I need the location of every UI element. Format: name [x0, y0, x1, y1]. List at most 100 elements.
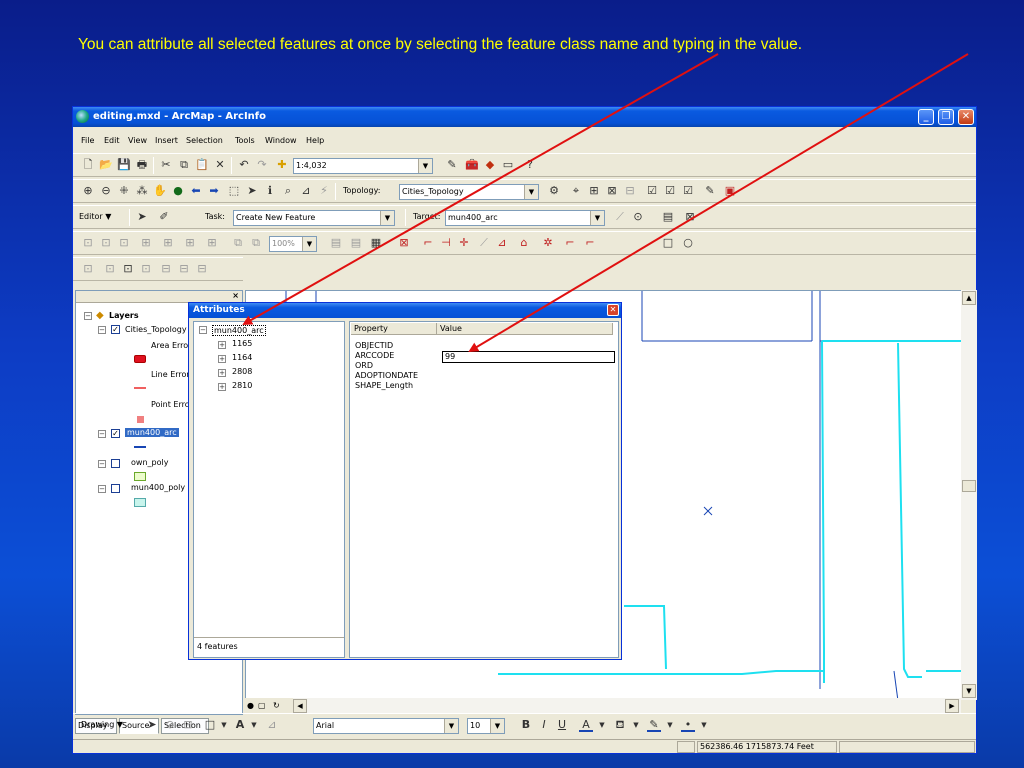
maximize-button[interactable]: ❐ [938, 109, 954, 125]
adjust-icon[interactable]: ⊡ [139, 262, 153, 276]
planarize-icon[interactable]: ⊟ [623, 184, 637, 198]
chevron-down-icon[interactable]: ▼ [302, 237, 316, 251]
map-topology-icon[interactable]: ⚙ [547, 184, 561, 198]
chevron-down-icon[interactable]: ▼ [524, 185, 538, 199]
select-elements-icon[interactable]: ➤ [145, 718, 159, 732]
map-horizontal-scrollbar[interactable]: ◀ ▶ [293, 698, 961, 714]
pan-icon[interactable]: ✋ [153, 184, 167, 198]
copy-features-icon[interactable]: ⊠ [397, 236, 411, 250]
menu-window[interactable]: Window [265, 136, 297, 145]
extend-icon[interactable]: ⊣ [439, 236, 453, 250]
tree-node-feature[interactable]: 1164 [232, 353, 252, 362]
circle-icon[interactable]: ○ [681, 236, 695, 250]
target-combo[interactable]: mun400_arc ▼ [445, 210, 605, 226]
close-icon[interactable]: ✕ [607, 304, 619, 316]
layout-icon[interactable]: ⧉ [249, 236, 263, 250]
chevron-down-icon[interactable]: ▼ [418, 159, 432, 173]
toc-item-mun400-arc[interactable]: mun400_arc [125, 428, 179, 437]
tree-node-feature[interactable]: 1165 [232, 339, 252, 348]
sketch-tool-icon[interactable]: ✐ [157, 210, 171, 224]
font-size-combo[interactable]: 10 ▼ [467, 718, 505, 734]
generalize-icon[interactable]: ⌂ [517, 236, 531, 250]
sketch-properties-icon[interactable]: ⊠ [683, 210, 697, 224]
grid-icon[interactable]: ⊞ [205, 236, 219, 250]
full-extent-icon[interactable]: ● [171, 184, 185, 198]
page-icon[interactable]: ▤ [329, 236, 343, 250]
scroll-down-icon[interactable]: ▼ [962, 684, 976, 698]
expand-icon[interactable]: + [218, 369, 226, 377]
align-icon[interactable]: ⌐ [563, 236, 577, 250]
expand-icon[interactable]: + [218, 355, 226, 363]
layout-view-icon[interactable]: ▢ [258, 701, 266, 710]
chevron-down-icon[interactable]: ▼ [247, 718, 261, 732]
chevron-down-icon[interactable]: ▼ [595, 718, 609, 732]
expand-icon[interactable]: + [218, 341, 226, 349]
explode-icon[interactable]: ⊿ [495, 236, 509, 250]
task-combo[interactable]: Create New Feature ▼ [233, 210, 395, 226]
collapse-icon[interactable]: − [199, 326, 207, 334]
fix-topology-error-icon[interactable]: ✎ [703, 184, 717, 198]
rectangle-icon[interactable]: ⌐ [583, 236, 597, 250]
chevron-down-icon[interactable]: ▼ [217, 718, 231, 732]
new-text-icon[interactable]: A [233, 718, 247, 732]
collapse-icon[interactable]: − [84, 312, 92, 320]
zoom-combo[interactable]: 100% ▼ [269, 236, 317, 252]
refresh-icon[interactable]: ↻ [273, 701, 280, 710]
links-icon[interactable]: ⊟ [159, 262, 173, 276]
scroll-thumb[interactable] [962, 480, 976, 492]
georef-icon[interactable]: ⊡ [99, 236, 113, 250]
font-color-icon[interactable]: A [579, 718, 593, 732]
redo-icon[interactable]: ↷ [255, 158, 269, 172]
grid-icon[interactable]: ⊞ [183, 236, 197, 250]
menu-insert[interactable]: Insert [155, 136, 178, 145]
add-data-icon[interactable]: ✚ [275, 158, 289, 172]
rotate-tool-icon[interactable]: ⊙ [631, 210, 645, 224]
arccode-value-input[interactable]: 99 [442, 351, 615, 363]
data-view-icon[interactable]: ● [247, 701, 254, 710]
topology-combo[interactable]: Cities_Topology ▼ [399, 184, 539, 200]
tree-root-mun400-arc[interactable]: mun400_arc [212, 325, 266, 336]
arccatalog-icon[interactable]: ◆ [483, 158, 497, 172]
layout-icon[interactable]: ⧉ [231, 236, 245, 250]
command-line-icon[interactable]: ▭ [501, 158, 515, 172]
page-icon[interactable]: ▤ [349, 236, 363, 250]
layer-checkbox[interactable]: ✓ [111, 325, 120, 334]
layer-checkbox[interactable] [111, 484, 120, 493]
menu-file[interactable]: File [81, 136, 94, 145]
select-elements-icon[interactable]: ➤ [245, 184, 259, 198]
title-bar[interactable]: editing.mxd - ArcMap - ArcInfo _ ❐ ✕ [73, 107, 976, 127]
editor-toolbar-icon[interactable]: ✎ [445, 158, 459, 172]
validate-extent-icon[interactable]: ☑ [645, 184, 659, 198]
chevron-down-icon[interactable]: ▼ [697, 718, 711, 732]
fixed-zoom-out-icon[interactable]: ⁂ [135, 184, 149, 198]
construct-features-icon[interactable]: ⊠ [605, 184, 619, 198]
editor-menu[interactable]: Editor ▼ [79, 212, 111, 221]
measure-icon[interactable]: ⊿ [299, 184, 313, 198]
chevron-down-icon[interactable]: ▼ [663, 718, 677, 732]
chevron-down-icon[interactable]: ▼ [490, 719, 504, 733]
rectangle-icon[interactable]: □ [203, 718, 217, 732]
line-color-icon[interactable]: ✎ [647, 718, 661, 732]
validate-topology-icon[interactable]: ☑ [681, 184, 695, 198]
copy-icon[interactable]: ⧉ [177, 158, 191, 172]
collapse-icon[interactable]: − [98, 485, 106, 493]
select-features-icon[interactable]: ⬚ [227, 184, 241, 198]
arctoolbox-icon[interactable]: 🧰 [465, 158, 479, 172]
adjust-icon[interactable]: ⊡ [121, 262, 135, 276]
split-tool-icon[interactable]: ⟋ [613, 210, 627, 224]
menu-selection[interactable]: Selection [186, 136, 223, 145]
open-folder-icon[interactable]: 📂 [99, 158, 113, 172]
zoom-in-icon[interactable]: ⊕ [81, 184, 95, 198]
error-inspector-icon[interactable]: ▣ [723, 184, 737, 198]
grid-icon[interactable]: ⊞ [139, 236, 153, 250]
undo-icon[interactable]: ↶ [237, 158, 251, 172]
scroll-left-icon[interactable]: ◀ [293, 699, 307, 713]
save-icon[interactable]: 💾 [117, 158, 131, 172]
links-icon[interactable]: ⊟ [195, 262, 209, 276]
adjust-icon[interactable]: ⊡ [103, 262, 117, 276]
forward-extent-icon[interactable]: ➡ [207, 184, 221, 198]
smooth-icon[interactable]: ✲ [541, 236, 555, 250]
collapse-icon[interactable]: − [98, 326, 106, 334]
attributes-icon[interactable]: ▤ [661, 210, 675, 224]
scroll-up-icon[interactable]: ▲ [962, 291, 976, 305]
